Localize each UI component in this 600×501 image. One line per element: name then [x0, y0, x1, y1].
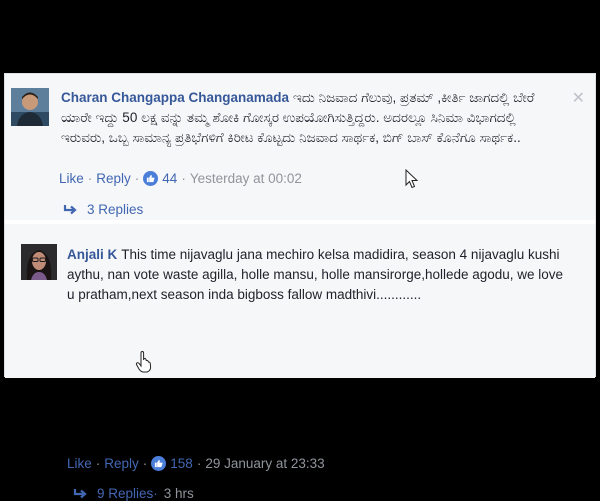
comment-item: Anjali K This time nijavaglu jana mechiro… [5, 224, 595, 501]
reply-button[interactable]: Reply [96, 171, 131, 186]
thumbs-up-icon[interactable] [151, 456, 167, 471]
avatar[interactable] [11, 88, 49, 126]
comment-actions: Like · Reply · 44 · Yesterday at 00:02 [59, 171, 302, 186]
separator-dot: · [181, 171, 186, 186]
separator-dot: · [153, 486, 158, 501]
replies-count[interactable]: 3 Replies [87, 202, 143, 217]
separator-dot: · [87, 171, 93, 186]
comment-timestamp[interactable]: Yesterday at 00:02 [190, 171, 302, 186]
close-icon[interactable]: ✕ [572, 88, 585, 108]
comments-panel: Charan Changappa Changanamada ಇದು ನಿಜವಾದ … [4, 73, 596, 501]
like-button[interactable]: Like [67, 456, 92, 471]
comment-text: Anjali K This time nijavaglu jana mechiro… [67, 245, 572, 305]
comment-author[interactable]: Anjali K [67, 247, 117, 262]
comment-author[interactable]: Charan Changappa Changanamada [61, 90, 289, 105]
comment-actions: Like · Reply · 158 · 29 January at 23:33 [67, 456, 325, 471]
separator-dot: · [196, 456, 202, 471]
reply-arrow-icon [73, 488, 87, 498]
comment-item: Charan Changappa Changanamada ಇದು ನಿಜವಾದ … [5, 74, 595, 220]
replies-count[interactable]: 9 Replies [97, 486, 153, 501]
reply-button[interactable]: Reply [104, 456, 139, 471]
thumbs-up-icon[interactable] [143, 171, 159, 186]
avatar[interactable] [21, 244, 57, 280]
separator-dot: · [134, 171, 140, 186]
reply-arrow-icon [63, 204, 77, 214]
separator-dot: · [142, 456, 148, 471]
separator-dot: · [95, 456, 101, 471]
comment-text: Charan Changappa Changanamada ಇದು ನಿಜವಾದ … [61, 88, 561, 148]
hand-pointer-icon [135, 351, 152, 373]
view-replies-link[interactable]: 3 Replies [63, 202, 143, 217]
reaction-count[interactable]: 158 [170, 456, 193, 471]
mouse-pointer-icon [405, 169, 419, 189]
comment-timestamp[interactable]: 29 January at 23:33 [205, 456, 324, 471]
reaction-count[interactable]: 44 [162, 171, 177, 186]
view-replies-link[interactable]: 9 Replies · 3 hrs [73, 486, 194, 501]
replies-timestamp: 3 hrs [163, 486, 194, 501]
comment-body: This time nijavaglu jana mechiro kelsa m… [67, 247, 564, 302]
like-button[interactable]: Like [59, 171, 84, 186]
